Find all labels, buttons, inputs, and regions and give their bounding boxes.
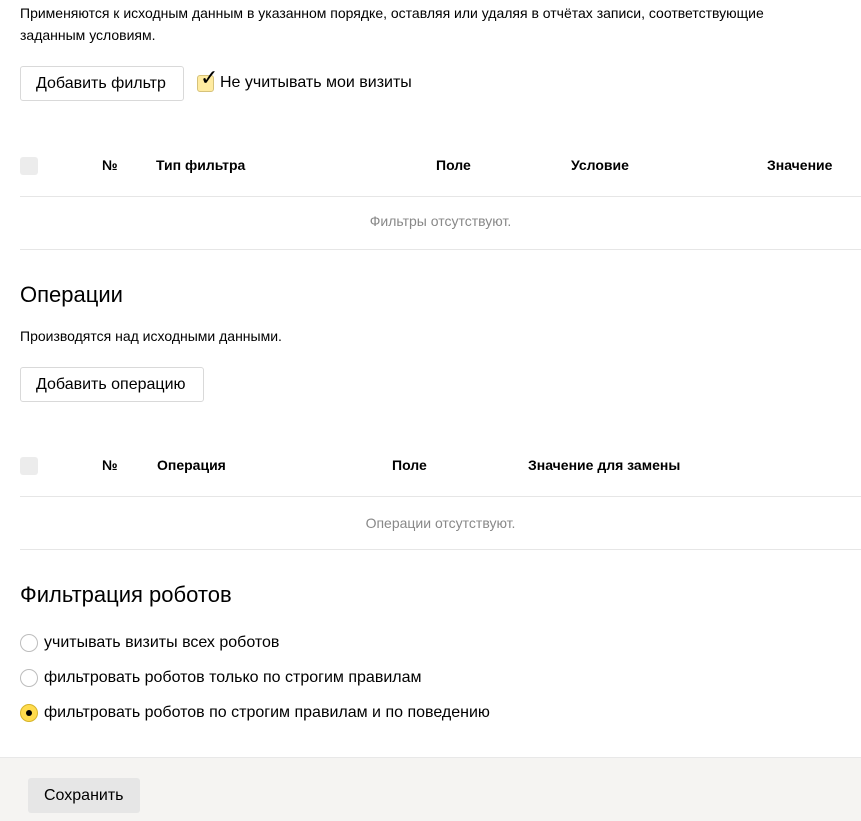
radio-label: учитывать визиты всех роботов (44, 634, 280, 651)
radio-option-strict-rules[interactable]: фильтровать роботов только по строгим пр… (20, 669, 422, 687)
filters-description: Применяются к исходным данным в указанно… (20, 5, 764, 43)
radio-label: фильтровать роботов по строгим правилам … (44, 704, 490, 721)
radio-button-selected[interactable] (20, 704, 38, 722)
radio-option-strict-and-behavior[interactable]: фильтровать роботов по строгим правилам … (20, 704, 490, 722)
exclude-my-visits-checkbox[interactable]: ✓ Не учитывать мои визиты (197, 66, 412, 92)
checkbox-box[interactable]: ✓ (197, 66, 218, 92)
footer-bar: Сохранить (0, 757, 861, 821)
col-field: Поле (436, 157, 471, 173)
col-filter-type: Тип фильтра (156, 157, 246, 173)
exclude-my-visits-label: Не учитывать мои визиты (220, 74, 412, 91)
filters-empty-text: Фильтры отсутствуют. (369, 213, 512, 229)
radio-button[interactable] (20, 634, 38, 652)
save-button[interactable]: Сохранить (28, 778, 140, 813)
divider (20, 249, 861, 250)
col-number: № (102, 157, 118, 173)
col-condition: Условие (571, 157, 629, 173)
operations-empty-text: Операции отсутствуют. (365, 515, 516, 531)
divider (20, 496, 861, 497)
col-field: Поле (392, 457, 427, 473)
select-all-filters-checkbox[interactable] (20, 157, 38, 175)
col-value: Значение (767, 157, 833, 173)
select-all-operations-checkbox[interactable] (20, 457, 38, 475)
radio-label: фильтровать роботов только по строгим пр… (44, 669, 422, 686)
radio-button[interactable] (20, 669, 38, 687)
filters-table-header: № Тип фильтра Поле Условие Значение (20, 140, 861, 190)
col-replacement-value: Значение для замены (528, 457, 681, 473)
radio-option-all-robots[interactable]: учитывать визиты всех роботов (20, 634, 279, 652)
add-operation-button[interactable]: Добавить операцию (20, 367, 204, 402)
robots-title: Фильтрация роботов (20, 582, 232, 607)
col-number: № (102, 457, 118, 473)
radio-dot-icon (26, 710, 32, 716)
operations-table-header: № Операция Поле Значение для замены (20, 440, 861, 490)
col-operation: Операция (157, 457, 226, 473)
divider (20, 196, 861, 197)
operations-description: Производятся над исходными данными. (20, 328, 282, 344)
operations-title: Операции (20, 282, 123, 307)
divider (20, 549, 861, 550)
checkmark-icon: ✓ (200, 64, 219, 90)
add-filter-button[interactable]: Добавить фильтр (20, 66, 184, 101)
